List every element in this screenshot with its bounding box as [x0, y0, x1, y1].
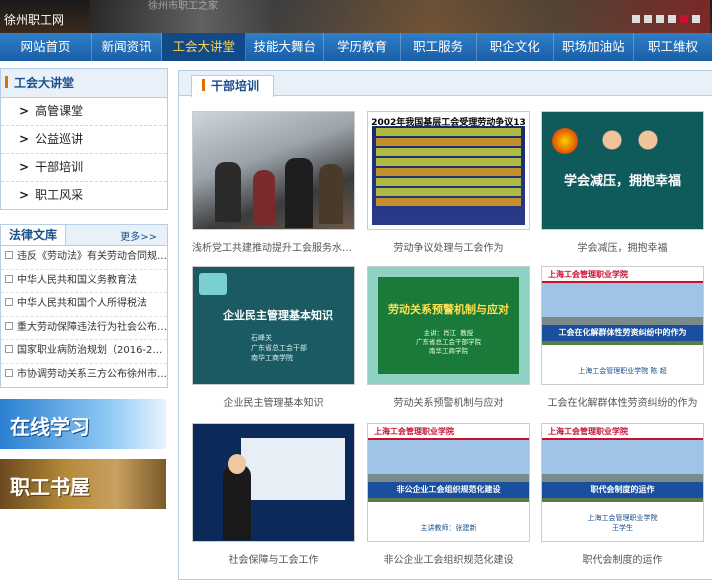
nav-culture[interactable]: 职企文化: [477, 33, 554, 61]
main-header: 干部培训: [179, 71, 712, 97]
site-name: 徐州职工网: [4, 13, 65, 27]
law-more-link[interactable]: 更多>>: [120, 228, 157, 243]
course-title[interactable]: 劳动关系预警机制与应对: [367, 394, 530, 409]
course-card[interactable]: 学会减压，拥抱幸福 学会减压，拥抱幸福: [541, 111, 704, 254]
banner-caption: 徐州市职工之家: [148, 1, 218, 12]
course-card[interactable]: 2002年我国基层工会受理劳动争议13万多件 劳动争议处理与工会作为: [367, 111, 530, 254]
slider-dot-active[interactable]: [680, 15, 688, 23]
banner-slider-dots: [632, 15, 700, 23]
worker-bookstore-label: 职工书屋: [10, 475, 90, 499]
sidebar-item-cadre-training[interactable]: > 干部培训: [1, 154, 167, 182]
law-list-item[interactable]: 中华人民共和国义务教育法: [1, 270, 167, 294]
course-title[interactable]: 企业民主管理基本知识: [192, 394, 355, 409]
top-banner: 徐州市职工之家 徐州职工网: [0, 0, 712, 33]
flower-icon: [550, 126, 580, 156]
main-content: 干部培训 浅析党工共建推动提升工会服务水平... 2002年我国基层工会受理劳动…: [178, 70, 712, 580]
worker-bookstore-banner[interactable]: 职工书屋: [0, 459, 166, 509]
school-logo: 上海工会管理职业学院: [548, 427, 628, 436]
slider-dot[interactable]: [632, 15, 640, 23]
bullet-icon: [5, 345, 13, 354]
course-title[interactable]: 学会减压，拥抱幸福: [541, 239, 704, 254]
bullet-icon: [5, 274, 13, 283]
bullet-icon: [5, 298, 13, 307]
course-thumbnail[interactable]: 企业民主管理基本知识 石峰关 广东省总工会干部 南华工商学院: [192, 266, 355, 385]
slider-dot[interactable]: [692, 15, 700, 23]
course-thumbnail[interactable]: [192, 111, 355, 230]
course-card[interactable]: 社会保障与工会工作: [192, 423, 355, 566]
slider-dot[interactable]: [668, 15, 676, 23]
course-title[interactable]: 职代会制度的运作: [541, 551, 704, 566]
law-list-item[interactable]: 国家职业病防治规划（2016-2020...: [1, 340, 167, 364]
law-list-item[interactable]: 重大劳动保障违法行为社会公布办...: [1, 317, 167, 341]
law-library-title: 法律文库: [1, 225, 67, 245]
online-learning-banner[interactable]: 在线学习: [0, 399, 166, 449]
lecture-menu: 工会大讲堂 > 高管课堂 > 公益巡讲 > 干部培训 > 职工风采: [0, 68, 168, 210]
slider-dot[interactable]: [656, 15, 664, 23]
tab-cadre-training[interactable]: 干部培训: [191, 75, 275, 97]
accent-bar: [5, 76, 8, 88]
bullet-icon: [5, 321, 13, 330]
course-title[interactable]: 劳动争议处理与工会作为: [367, 239, 530, 254]
school-logo: 上海工会管理职业学院: [548, 270, 628, 279]
sidebar: 工会大讲堂 > 高管课堂 > 公益巡讲 > 干部培训 > 职工风采: [0, 68, 168, 210]
law-library: 法律文库 更多>> 违反《劳动法》有关劳动合同规定... 中华人民共和国义务教育…: [0, 224, 168, 388]
main-nav: 网站首页 新闻资讯 工会大讲堂 技能大舞台 学历教育 职工服务 职企文化 职场加…: [0, 33, 712, 61]
nav-skills-stage[interactable]: 技能大舞台: [246, 33, 325, 61]
lecture-menu-title: 工会大讲堂: [1, 69, 167, 98]
arrow-icon: >: [19, 188, 30, 202]
nav-rights[interactable]: 职工维权: [634, 33, 712, 61]
course-title[interactable]: 非公企业工会组织规范化建设: [367, 551, 530, 566]
course-thumbnail[interactable]: 学会减压，拥抱幸福: [541, 111, 704, 230]
sidebar-item-worker-style[interactable]: > 职工风采: [1, 182, 167, 209]
course-card[interactable]: 上海工会管理职业学院 职代会制度的运作 上海工会管理职业学院 王学生 职代会制度…: [541, 423, 704, 566]
course-card[interactable]: 上海工会管理职业学院 非公企业工会组织规范化建设 主讲教师：张建新 非公企业工会…: [367, 423, 530, 566]
course-card[interactable]: 劳动关系预警机制与应对 主讲：肖江 教授 广东省总工会干部学院 南华工商学院 劳…: [367, 266, 530, 409]
bullet-icon: [5, 368, 13, 377]
course-card[interactable]: 企业民主管理基本知识 石峰关 广东省总工会干部 南华工商学院 企业民主管理基本知…: [192, 266, 355, 409]
arrow-icon: >: [19, 160, 30, 174]
nav-career[interactable]: 职场加油站: [554, 33, 634, 61]
law-list-item[interactable]: 市协调劳动关系三方公布徐州市2...: [1, 364, 167, 387]
computer-icon: [199, 273, 227, 295]
nav-education[interactable]: 学历教育: [324, 33, 401, 61]
nav-news[interactable]: 新闻资讯: [92, 33, 163, 61]
slider-dot[interactable]: [644, 15, 652, 23]
course-thumbnail[interactable]: 2002年我国基层工会受理劳动争议13万多件: [367, 111, 530, 230]
course-thumbnail[interactable]: 上海工会管理职业学院 非公企业工会组织规范化建设 主讲教师：张建新: [367, 423, 530, 542]
course-card[interactable]: 浅析党工共建推动提升工会服务水平...: [192, 111, 355, 254]
course-title[interactable]: 工会在化解群体性劳资纠纷的作为: [541, 394, 704, 409]
course-thumbnail[interactable]: 上海工会管理职业学院 工会在化解群体性劳资纠纷中的作为 上海工会管理职业学院 陈…: [541, 266, 704, 385]
bullet-icon: [5, 251, 13, 259]
course-thumbnail[interactable]: 上海工会管理职业学院 职代会制度的运作 上海工会管理职业学院 王学生: [541, 423, 704, 542]
law-list-item[interactable]: 违反《劳动法》有关劳动合同规定...: [1, 246, 167, 270]
sidebar-item-executive-class[interactable]: > 高管课堂: [1, 98, 167, 126]
course-card[interactable]: 上海工会管理职业学院 工会在化解群体性劳资纠纷中的作为 上海工会管理职业学院 陈…: [541, 266, 704, 409]
accent-bar: [202, 79, 205, 91]
course-title[interactable]: 浅析党工共建推动提升工会服务水平...: [192, 239, 355, 254]
sidebar-item-public-lecture[interactable]: > 公益巡讲: [1, 126, 167, 154]
course-thumbnail[interactable]: [192, 423, 355, 542]
online-learning-label: 在线学习: [10, 415, 90, 439]
course-title[interactable]: 社会保障与工会工作: [192, 551, 355, 566]
nav-worker-service[interactable]: 职工服务: [401, 33, 477, 61]
nav-lecture-hall[interactable]: 工会大讲堂: [162, 33, 247, 61]
law-library-header: 法律文库 更多>>: [1, 225, 167, 246]
nav-home[interactable]: 网站首页: [0, 33, 92, 61]
arrow-icon: >: [19, 132, 30, 146]
course-thumbnail[interactable]: 劳动关系预警机制与应对 主讲：肖江 教授 广东省总工会干部学院 南华工商学院: [367, 266, 530, 385]
law-list-item[interactable]: 中华人民共和国个人所得税法: [1, 293, 167, 317]
school-logo: 上海工会管理职业学院: [374, 427, 454, 436]
arrow-icon: >: [19, 104, 30, 118]
